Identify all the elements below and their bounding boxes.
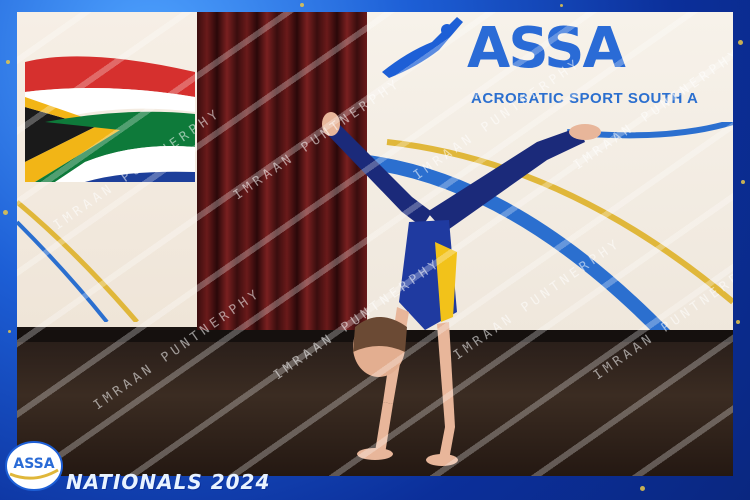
frame-sparkle: [738, 40, 743, 45]
gymnast-figure: [322, 112, 601, 466]
frame-sparkle: [3, 210, 8, 215]
frame-sparkle: [6, 60, 10, 64]
event-title: NATIONALS 2024: [66, 470, 271, 494]
frame-sparkle: [640, 486, 645, 491]
frame-sparkle: [736, 320, 740, 324]
photo-frame: ASSA ACROBATIC SPORT SOUTH A IMRAAN PUNT…: [0, 0, 750, 500]
frame-sparkle: [560, 4, 563, 7]
left-banner: [17, 12, 197, 327]
south-africa-flag-icon: [25, 56, 195, 182]
banner-swoosh: [17, 200, 139, 322]
banner-logo: ASSA: [467, 16, 626, 81]
assa-badge-icon: ASSA: [5, 441, 63, 491]
badge-text: ASSA: [13, 456, 54, 472]
competition-photo: ASSA ACROBATIC SPORT SOUTH A IMRAAN PUNT…: [17, 12, 733, 476]
frame-sparkle: [8, 330, 11, 333]
frame-sparkle: [300, 3, 304, 7]
frame-sparkle: [741, 180, 745, 184]
gymnast-silhouette-icon: [382, 17, 463, 78]
